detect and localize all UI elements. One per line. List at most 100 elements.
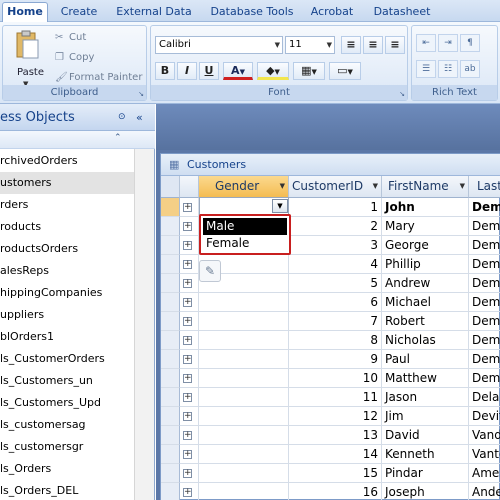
nav-scrollbar[interactable]: [134, 149, 154, 500]
customerid-cell[interactable]: 16: [289, 483, 382, 500]
gender-cell[interactable]: [199, 312, 289, 331]
sort-dropdown-icon[interactable]: ▼: [460, 176, 465, 197]
bullets-icon[interactable]: ☰: [416, 60, 436, 78]
last-cell[interactable]: Devit: [469, 407, 500, 426]
column-header-customerid[interactable]: CustomerID ▼: [289, 176, 382, 198]
record-selector[interactable]: [161, 407, 180, 426]
gridlines-icon[interactable]: ▦▼: [293, 62, 325, 80]
increase-indent-icon[interactable]: ⇥: [438, 34, 458, 52]
customerid-cell[interactable]: 9: [289, 350, 382, 369]
window-title-bar[interactable]: ▦ Customers: [161, 154, 500, 176]
tab-datasheet[interactable]: Datasheet: [362, 4, 442, 22]
gender-cell[interactable]: [199, 369, 289, 388]
clipboard-launcher-icon[interactable]: ↘: [138, 90, 144, 98]
customerid-cell[interactable]: 12: [289, 407, 382, 426]
nav-item[interactable]: roducts: [0, 216, 134, 238]
bold-icon[interactable]: B: [155, 62, 175, 80]
customerid-cell[interactable]: 3: [289, 236, 382, 255]
firstname-cell[interactable]: George: [382, 236, 469, 255]
highlight-icon[interactable]: ab: [460, 60, 480, 78]
format-painter-button[interactable]: Format Painter: [69, 71, 142, 85]
customerid-cell[interactable]: 4: [289, 255, 382, 274]
last-cell[interactable]: Dema: [469, 331, 500, 350]
nav-item[interactable]: ls_Customers_un: [0, 370, 134, 392]
last-cell[interactable]: Vand: [469, 426, 500, 445]
sort-dropdown-icon[interactable]: ▼: [280, 176, 285, 197]
text-direction-icon[interactable]: ¶: [460, 34, 480, 52]
record-selector[interactable]: [161, 312, 180, 331]
firstname-cell[interactable]: Phillip: [382, 255, 469, 274]
font-color-icon[interactable]: A▼: [223, 62, 253, 80]
customerid-cell[interactable]: 15: [289, 464, 382, 483]
nav-item[interactable]: uppliers: [0, 304, 134, 326]
record-selector[interactable]: [161, 217, 180, 236]
gender-cell[interactable]: [199, 331, 289, 350]
firstname-cell[interactable]: Joseph: [382, 483, 469, 500]
format-painter-icon[interactable]: 🖌: [55, 72, 68, 83]
gender-cell[interactable]: [199, 464, 289, 483]
firstname-cell[interactable]: Mary: [382, 217, 469, 236]
font-launcher-icon[interactable]: ↘: [399, 90, 405, 98]
last-cell[interactable]: Deme: [469, 236, 500, 255]
customerid-cell[interactable]: 13: [289, 426, 382, 445]
firstname-cell[interactable]: Matthew: [382, 369, 469, 388]
nav-item[interactable]: roductsOrders: [0, 238, 134, 260]
firstname-cell[interactable]: Paul: [382, 350, 469, 369]
record-selector[interactable]: [161, 198, 180, 217]
gender-cell[interactable]: [199, 445, 289, 464]
gender-cell[interactable]: [199, 483, 289, 500]
collapse-group-icon[interactable]: ⌃: [114, 133, 122, 143]
record-selector[interactable]: [161, 274, 180, 293]
alternate-fill-icon[interactable]: ▭▼: [329, 62, 361, 80]
firstname-cell[interactable]: Pindar: [382, 464, 469, 483]
cut-button[interactable]: Cut: [69, 31, 86, 45]
decrease-indent-icon[interactable]: ⇤: [416, 34, 436, 52]
sort-dropdown-icon[interactable]: ▼: [373, 176, 378, 197]
last-cell[interactable]: Ames: [469, 464, 500, 483]
record-selector[interactable]: [161, 255, 180, 274]
fill-color-icon[interactable]: ◆▼: [257, 62, 289, 80]
copy-icon[interactable]: ❐: [55, 52, 64, 63]
last-cell[interactable]: Deme: [469, 255, 500, 274]
customerid-cell[interactable]: 11: [289, 388, 382, 407]
last-cell[interactable]: Dema: [469, 312, 500, 331]
record-selector[interactable]: [161, 483, 180, 500]
chevron-down-icon[interactable]: ▼: [272, 199, 288, 213]
last-cell[interactable]: Dema: [469, 369, 500, 388]
navigation-pane-header[interactable]: ess Objects ⊙ «: [0, 104, 155, 131]
underline-icon[interactable]: U: [199, 62, 219, 80]
firstname-cell[interactable]: Nicholas: [382, 331, 469, 350]
customerid-cell[interactable]: 1: [289, 198, 382, 217]
firstname-cell[interactable]: Andrew: [382, 274, 469, 293]
firstname-cell[interactable]: Robert: [382, 312, 469, 331]
gender-cell[interactable]: [199, 388, 289, 407]
numbering-icon[interactable]: ☷: [438, 60, 458, 78]
select-all-corner[interactable]: [161, 176, 180, 198]
column-header-firstname[interactable]: FirstName ▼: [382, 176, 469, 198]
nav-item[interactable]: alesReps: [0, 260, 134, 282]
align-left-icon[interactable]: ≡: [341, 36, 361, 54]
record-selector[interactable]: [161, 426, 180, 445]
firstname-cell[interactable]: David: [382, 426, 469, 445]
record-selector[interactable]: [161, 464, 180, 483]
customerid-cell[interactable]: 6: [289, 293, 382, 312]
record-selector[interactable]: [161, 369, 180, 388]
nav-item[interactable]: ls_Customers_Upd: [0, 392, 134, 414]
nav-item[interactable]: ls_CustomerOrders: [0, 348, 134, 370]
record-selector[interactable]: [161, 445, 180, 464]
dropdown-option-male[interactable]: Male: [203, 218, 287, 235]
edit-list-items-icon[interactable]: ✎: [199, 260, 221, 282]
tab-external-data[interactable]: External Data: [110, 4, 198, 22]
customerid-cell[interactable]: 7: [289, 312, 382, 331]
tab-database-tools[interactable]: Database Tools: [202, 4, 302, 22]
nav-item[interactable]: ls_customersgr: [0, 436, 134, 458]
dropdown-option-female[interactable]: Female: [203, 235, 287, 252]
record-selector[interactable]: [161, 350, 180, 369]
firstname-cell[interactable]: John: [382, 198, 469, 217]
last-cell[interactable]: Ande: [469, 483, 500, 500]
firstname-cell[interactable]: Jason: [382, 388, 469, 407]
column-header-last[interactable]: Last: [469, 176, 500, 198]
nav-item[interactable]: rders: [0, 194, 134, 216]
tab-acrobat[interactable]: Acrobat: [306, 4, 358, 22]
last-cell[interactable]: Dema: [469, 217, 500, 236]
